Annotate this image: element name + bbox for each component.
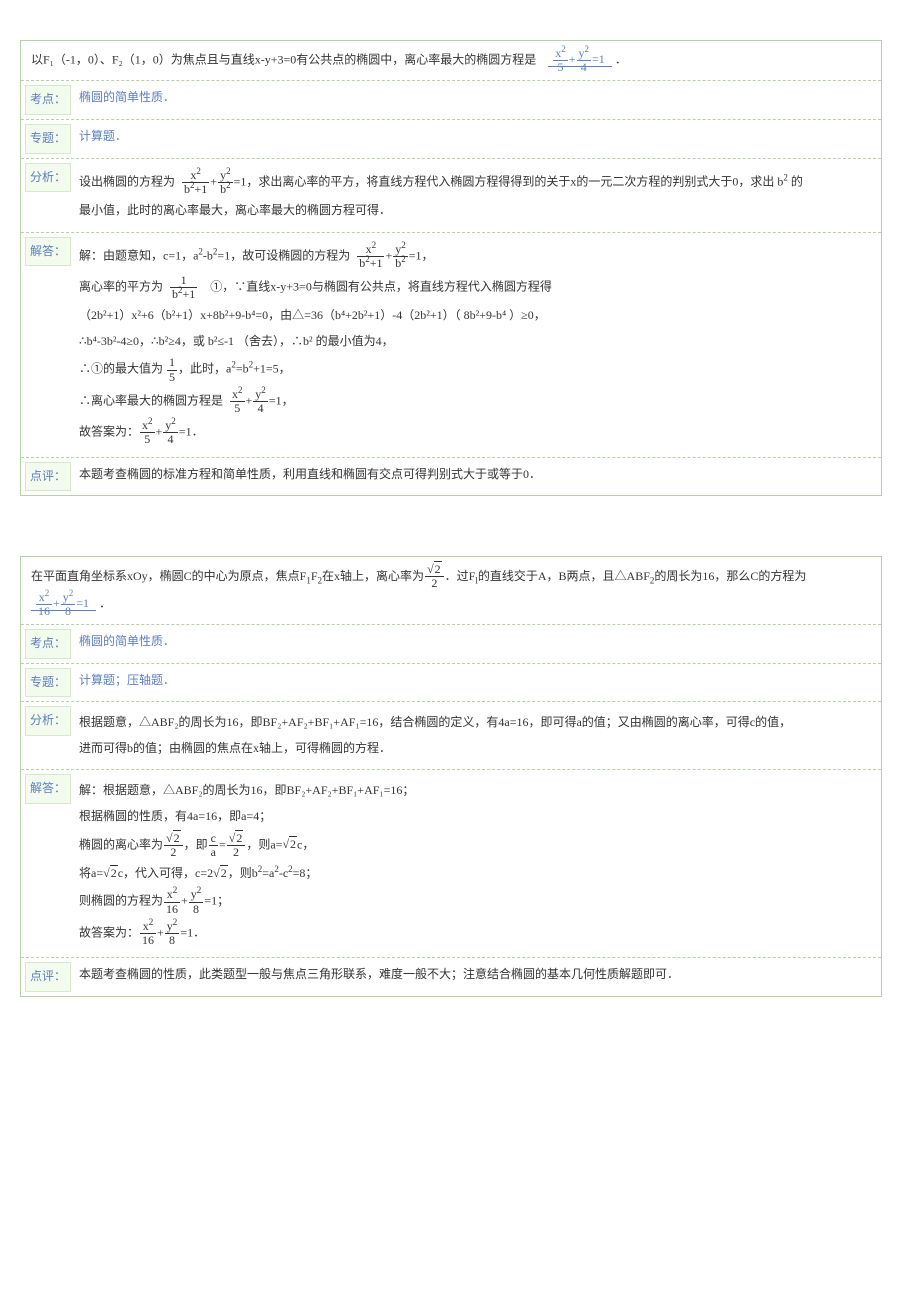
question-text: 以F₁（-1，0）、F₂（1，0）为焦点且与直线x-y+3=0有公共点的椭圆中，… xyxy=(21,41,881,81)
zhuanti-tag: 计算题；压轴题． xyxy=(79,673,175,687)
label-kaodian: 考点： xyxy=(25,629,71,659)
jieda-line: 故答案为：x25+y24=1． xyxy=(79,419,873,446)
label-zhuanti: 专题： xyxy=(25,124,71,154)
label-kaodian: 考点： xyxy=(25,85,71,115)
problem-block-1: 以F₁（-1，0）、F₂（1，0）为焦点且与直线x-y+3=0有公共点的椭圆中，… xyxy=(20,40,882,496)
jieda-line: 则椭圆的方程为x216+y28=1； xyxy=(79,888,873,915)
label-jieda: 解答： xyxy=(25,774,71,804)
dianping-text: 本题考查椭圆的标准方程和简单性质，利用直线和椭圆有交点可得判别式大于或等于0． xyxy=(79,467,541,481)
jieda-line: 解：根据题意，△ABF₂的周长为16，即BF₂+AF₂+BF₁+AF₁=16； xyxy=(79,780,873,802)
content-jieda: 解：由题意知，c=1，a2-b2=1，故可设椭圆的方程为 x2b2+1+y2b2… xyxy=(77,233,881,457)
jieda-line: ∴b⁴-3b²-4≥0，∴b²≥4，或 b²≤-1 （舍去），∴b² 的最小值为… xyxy=(79,331,873,353)
label-fenxi: 分析： xyxy=(25,706,71,736)
row-dianping: 点评： 本题考查椭圆的性质，此类题型一般与焦点三角形联系，难度一般不大；注意结合… xyxy=(21,958,881,996)
question-text: 在平面直角坐标系xOy，椭圆C的中心为原点，焦点F1F2在x轴上，离心率为22．… xyxy=(21,557,881,625)
row-kaodian: 考点： 椭圆的简单性质． xyxy=(21,81,881,120)
jieda-line: 故答案为：x216+y28=1． xyxy=(79,920,873,947)
jieda-line: 根据椭圆的性质，有4a=16，即a=4； xyxy=(79,806,873,828)
problem-block-2: 在平面直角坐标系xOy，椭圆C的中心为原点，焦点F1F2在x轴上，离心率为22．… xyxy=(20,556,882,997)
fenxi-line: 根据题意，△ABF₂的周长为16，即BF₂+AF₂+BF₁+AF₁=16，结合椭… xyxy=(79,712,873,734)
jieda-line: 椭圆的离心率为22，即ca=22，则a=2c， xyxy=(79,832,873,859)
content-fenxi: 设出椭圆的方程为 x2b2+1+y2b2=1，求出离心率的平方，将直线方程代入椭… xyxy=(77,159,881,232)
row-dianping: 点评： 本题考查椭圆的标准方程和简单性质，利用直线和椭圆有交点可得判别式大于或等… xyxy=(21,458,881,496)
content-kaodian: 椭圆的简单性质． xyxy=(77,81,881,115)
content-fenxi: 根据题意，△ABF₂的周长为16，即BF₂+AF₂+BF₁+AF₁=16，结合椭… xyxy=(77,702,881,769)
label-fenxi: 分析： xyxy=(25,163,71,193)
fenxi-line: 进而可得b的值；由椭圆的焦点在x轴上，可得椭圆的方程． xyxy=(79,738,873,760)
question-stem: 以F₁（-1，0）、F₂（1，0）为焦点且与直线x-y+3=0有公共点的椭圆中，… xyxy=(31,52,536,66)
kaodian-tag: 椭圆的简单性质． xyxy=(79,90,175,104)
jieda-line: ∴离心率最大的椭圆方程是 x25+y24=1， xyxy=(79,388,873,415)
row-jieda: 解答： 解：由题意知，c=1，a2-b2=1，故可设椭圆的方程为 x2b2+1+… xyxy=(21,233,881,458)
period: ． xyxy=(615,52,627,66)
jieda-line: 将a=2c，代入可得，c=22，则b2=a2-c2=8； xyxy=(79,863,873,885)
period: ． xyxy=(99,596,111,610)
zhuanti-tag: 计算题． xyxy=(79,129,127,143)
row-fenxi: 分析： 设出椭圆的方程为 x2b2+1+y2b2=1，求出离心率的平方，将直线方… xyxy=(21,159,881,233)
content-jieda: 解：根据题意，△ABF₂的周长为16，即BF₂+AF₂+BF₁+AF₁=16； … xyxy=(77,770,881,957)
content-zhuanti: 计算题． xyxy=(77,120,881,154)
content-kaodian: 椭圆的简单性质． xyxy=(77,625,881,659)
row-kaodian: 考点： 椭圆的简单性质． xyxy=(21,625,881,664)
jieda-line: 离心率的平方为 1b2+1 ①，∵直线x-y+3=0与椭圆有公共点，将直线方程代… xyxy=(79,274,873,301)
content-zhuanti: 计算题；压轴题． xyxy=(77,664,881,698)
label-jieda: 解答： xyxy=(25,237,71,267)
jieda-line: （2b²+1）x²+6（b²+1）x+8b²+9-b⁴=0，由△=36（b⁴+2… xyxy=(79,305,873,327)
fenxi-line: 最小值，此时的离心率最大，离心率最大的椭圆方程可得． xyxy=(79,200,873,222)
jieda-line: 解：由题意知，c=1，a2-b2=1，故可设椭圆的方程为 x2b2+1+y2b2… xyxy=(79,243,873,270)
label-dianping: 点评： xyxy=(25,962,71,992)
fenxi-line: 设出椭圆的方程为 x2b2+1+y2b2=1，求出离心率的平方，将直线方程代入椭… xyxy=(79,169,873,196)
content-dianping: 本题考查椭圆的性质，此类题型一般与焦点三角形联系，难度一般不大；注意结合椭圆的基… xyxy=(77,958,881,992)
dianping-text: 本题考查椭圆的性质，此类题型一般与焦点三角形联系，难度一般不大；注意结合椭圆的基… xyxy=(79,967,679,981)
content-dianping: 本题考查椭圆的标准方程和简单性质，利用直线和椭圆有交点可得判别式大于或等于0． xyxy=(77,458,881,492)
jieda-line: ∴①的最大值为 15，此时，a2=b2+1=5， xyxy=(79,356,873,383)
label-dianping: 点评： xyxy=(25,462,71,492)
kaodian-tag: 椭圆的简单性质． xyxy=(79,634,175,648)
question-stem: 在平面直角坐标系xOy，椭圆C的中心为原点，焦点F1F2在x轴上，离心率为22．… xyxy=(31,569,806,583)
row-jieda: 解答： 解：根据题意，△ABF₂的周长为16，即BF₂+AF₂+BF₁+AF₁=… xyxy=(21,770,881,958)
label-zhuanti: 专题： xyxy=(25,668,71,698)
row-zhuanti: 专题： 计算题；压轴题． xyxy=(21,664,881,703)
row-fenxi: 分析： 根据题意，△ABF₂的周长为16，即BF₂+AF₂+BF₁+AF₁=16… xyxy=(21,702,881,770)
row-zhuanti: 专题： 计算题． xyxy=(21,120,881,159)
answer-blank: x216+y28=1 xyxy=(31,596,96,611)
answer-blank: x25+y24=1 xyxy=(548,52,612,67)
